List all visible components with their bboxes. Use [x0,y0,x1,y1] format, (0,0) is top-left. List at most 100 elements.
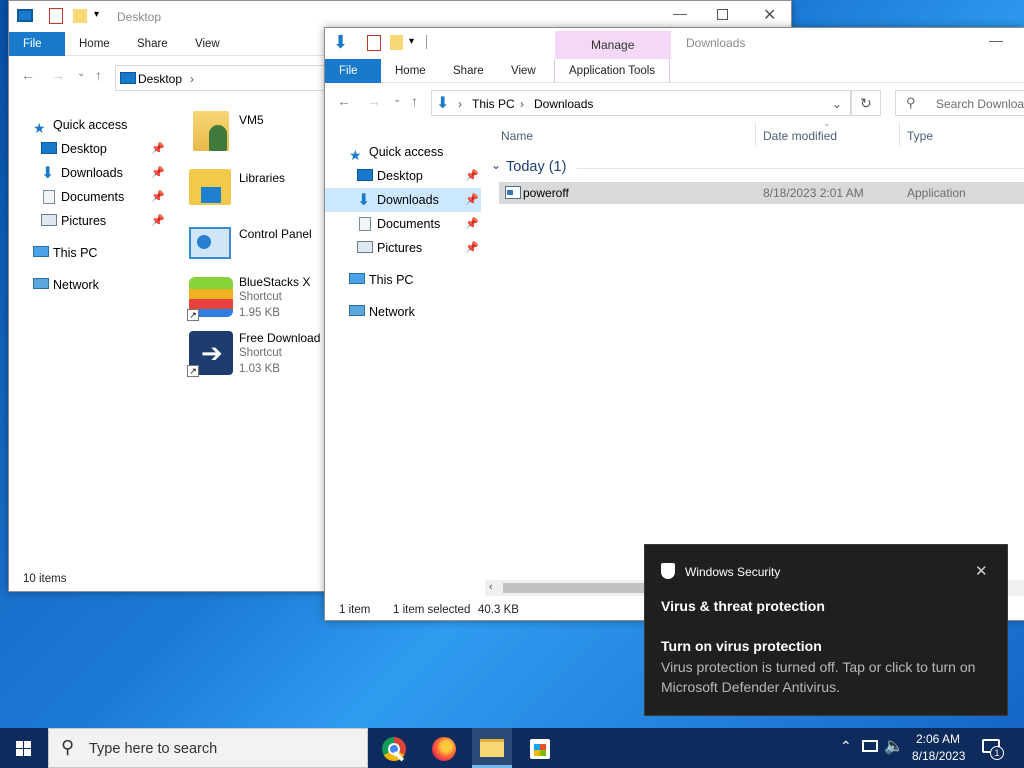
recent-dropdown-icon[interactable]: ⌄ [77,68,85,79]
tab-view[interactable]: View [497,59,550,83]
notification-toast[interactable]: Windows Security ✕ Virus & threat protec… [644,544,1008,716]
title-bar[interactable]: ⬇ ▾ Manage Downloads — [325,28,1024,59]
pin-icon[interactable]: 📌 [151,137,165,161]
search-icon: ⚲ [906,95,916,110]
nav-this-pc[interactable]: This PC [9,241,179,265]
nav-network-label: Network [53,278,99,292]
store-taskbar-button[interactable] [522,734,558,764]
file-item[interactable]: ↗ BlueStacks X Shortcut 1.95 KB [185,271,325,323]
nav-network-label: Network [369,305,415,319]
nav-documents[interactable]: Documents 📌 [9,185,179,209]
clock-date[interactable]: 8/18/2023 [912,749,965,763]
nav-this-pc-label: This PC [369,273,414,287]
close-icon[interactable]: ✕ [975,562,988,580]
nav-desktop[interactable]: Desktop 📌 [325,164,481,188]
back-arrow-icon[interactable]: ← [337,93,351,109]
up-arrow-icon[interactable]: ↑ [95,67,102,83]
volume-icon[interactable]: 🔈 [884,736,904,756]
network-icon[interactable] [862,740,878,752]
tab-view[interactable]: View [181,32,234,56]
close-button[interactable]: ✕ [763,5,776,25]
tab-application-tools[interactable]: Application Tools [554,59,671,83]
nav-this-pc[interactable]: This PC [325,268,481,292]
qat-dropdown-icon[interactable]: ▾ [94,9,99,20]
search-input[interactable]: ⚲ Search Downloads [895,90,1024,116]
nav-pictures[interactable]: Pictures 📌 [325,236,481,260]
chevron-down-icon[interactable]: ⌄ [832,97,842,111]
address-bar[interactable]: ⬇ › This PC › Downloads ⌄ [431,90,851,116]
star-icon: ★ [33,120,46,136]
back-arrow-icon[interactable]: ← [21,67,35,83]
nav-network[interactable]: Network [9,273,179,297]
properties-icon[interactable] [367,35,381,51]
nav-downloads[interactable]: ⬇ Downloads 📌 [9,161,179,185]
chrome-taskbar-button[interactable]: ⬉ [376,734,412,765]
start-button[interactable] [0,728,48,768]
breadcrumb-this-pc[interactable]: This PC [472,97,515,111]
tab-home[interactable]: Home [381,59,440,83]
forward-arrow-icon[interactable]: → [367,93,381,109]
nav-downloads[interactable]: ⬇ Downloads 📌 [325,188,481,212]
pin-icon[interactable]: 📌 [151,185,165,209]
file-explorer-taskbar-button[interactable] [472,728,512,768]
nav-quick-access[interactable]: ★ Quick access [9,113,179,137]
chevron-up-icon[interactable]: ⌃ [840,738,852,755]
pin-icon[interactable]: 📌 [151,161,165,185]
pin-icon[interactable]: 📌 [465,164,479,188]
tab-share[interactable]: Share [439,59,498,83]
address-crumb[interactable]: Desktop [138,72,182,86]
maximize-button[interactable] [717,9,728,20]
nav-desktop[interactable]: Desktop 📌 [9,137,179,161]
action-center-button[interactable]: 1 [980,736,1006,762]
file-item[interactable]: VM5 [185,107,325,157]
address-bar[interactable]: Desktop › [115,65,335,91]
forward-arrow-icon[interactable]: → [51,67,65,83]
breadcrumb-downloads[interactable]: Downloads [534,97,593,111]
chevron-down-icon: ⌄ [491,158,502,172]
column-type[interactable]: Type [907,129,933,143]
nav-documents[interactable]: Documents 📌 [325,212,481,236]
toast-heading: Virus & threat protection [661,598,825,614]
refresh-button[interactable]: ↻ [851,90,881,116]
file-name: VM5 [239,113,264,127]
firefox-taskbar-button[interactable] [426,734,462,764]
pin-icon[interactable]: 📌 [465,212,479,236]
file-item[interactable]: Libraries [185,165,325,215]
tab-home[interactable]: Home [65,32,124,56]
tab-file[interactable]: File [325,59,381,83]
file-size: 1.95 KB [239,307,280,319]
column-header: Name ⌄ Date modified Type [491,118,1024,146]
pin-icon[interactable]: 📌 [465,236,479,260]
chart-icon [197,235,211,249]
properties-icon[interactable] [49,8,63,24]
nav-quick-access[interactable]: ★ Quick access [325,140,481,164]
new-folder-icon[interactable] [73,9,87,23]
minimize-button[interactable]: — [989,32,1003,48]
pin-icon[interactable]: 📌 [151,209,165,233]
file-item[interactable]: Control Panel [185,221,325,271]
up-arrow-icon[interactable]: ↑ [411,93,418,109]
recent-dropdown-icon[interactable]: ⌄ [393,94,401,105]
column-date-modified[interactable]: Date modified [763,129,837,143]
nav-network[interactable]: Network [325,300,481,324]
application-icon-bar [507,190,513,195]
windows-logo-icon [24,749,31,756]
file-name: BlueStacks X [239,275,311,289]
taskbar-search-box[interactable]: ⚲ Type here to search [48,728,368,768]
window-title: Downloads [686,36,746,50]
minimize-button[interactable]: — [673,5,687,21]
nav-pictures[interactable]: Pictures 📌 [9,209,179,233]
tab-share[interactable]: Share [123,32,182,56]
group-header[interactable]: ⌄ Today (1) [491,158,1024,178]
table-row[interactable]: poweroff 8/18/2023 2:01 AM Application [499,182,1024,204]
tab-file[interactable]: File [9,32,65,56]
new-folder-icon[interactable] [390,35,403,50]
clock-time[interactable]: 2:06 AM [916,732,960,746]
scroll-left-icon[interactable]: ‹ [489,581,493,593]
column-name[interactable]: Name [501,129,533,143]
file-type: Shortcut [239,291,282,303]
pin-icon[interactable]: 📌 [465,188,479,212]
file-item[interactable]: ➔ ↗ Free Download Manager Shortcut 1.03 … [185,327,371,379]
qat-dropdown-icon[interactable]: ▾ [409,36,414,47]
file-type: Shortcut [239,347,282,359]
